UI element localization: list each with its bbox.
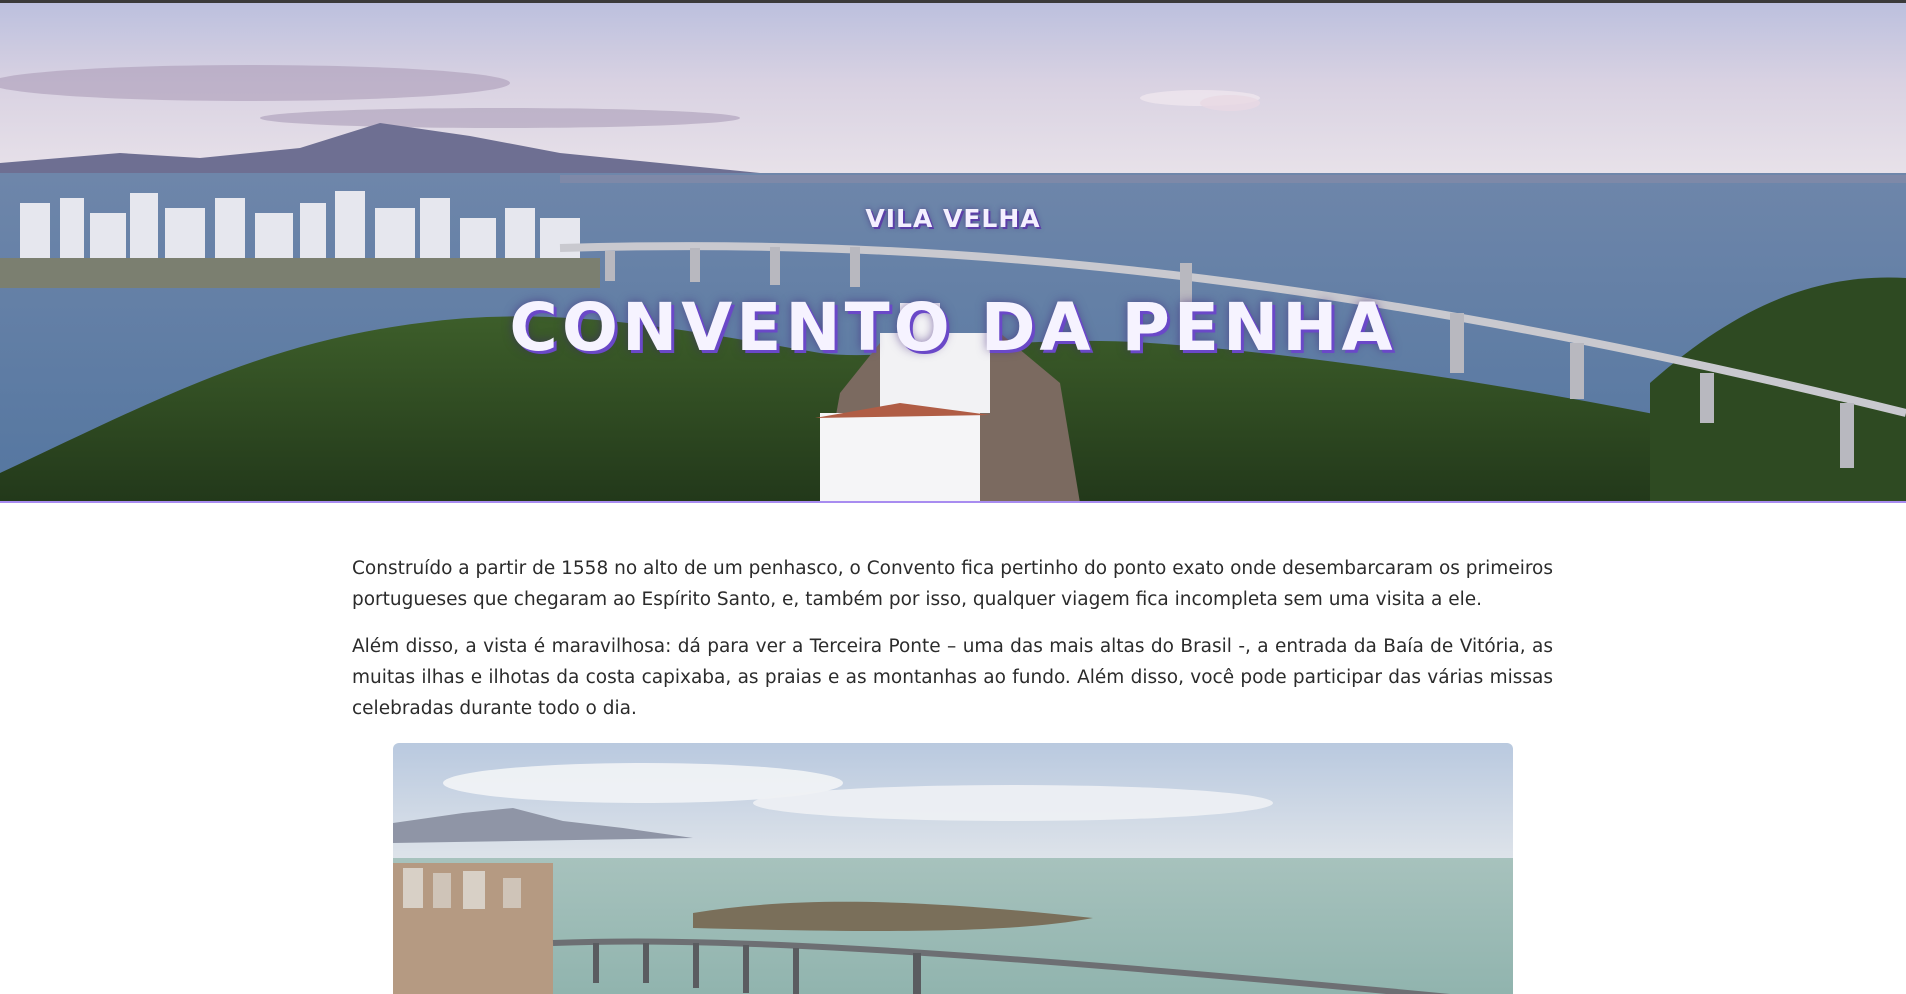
hero-title: CONVENTO DA PENHA: [509, 289, 1397, 366]
hero-banner: VILA VELHA CONVENTO DA PENHA: [0, 3, 1906, 503]
article-paragraph: Além disso, a vista é maravilhosa: dá pa…: [352, 636, 1553, 719]
article-paragraph: Construído a partir de 1558 no alto de u…: [352, 558, 1553, 610]
hero-subtitle: VILA VELHA: [865, 204, 1041, 233]
article-photo: [393, 743, 1513, 994]
hero-image: [0, 3, 1906, 501]
article-photo-image: [393, 743, 1513, 994]
article-content: Construído a partir de 1558 no alto de u…: [352, 553, 1553, 740]
